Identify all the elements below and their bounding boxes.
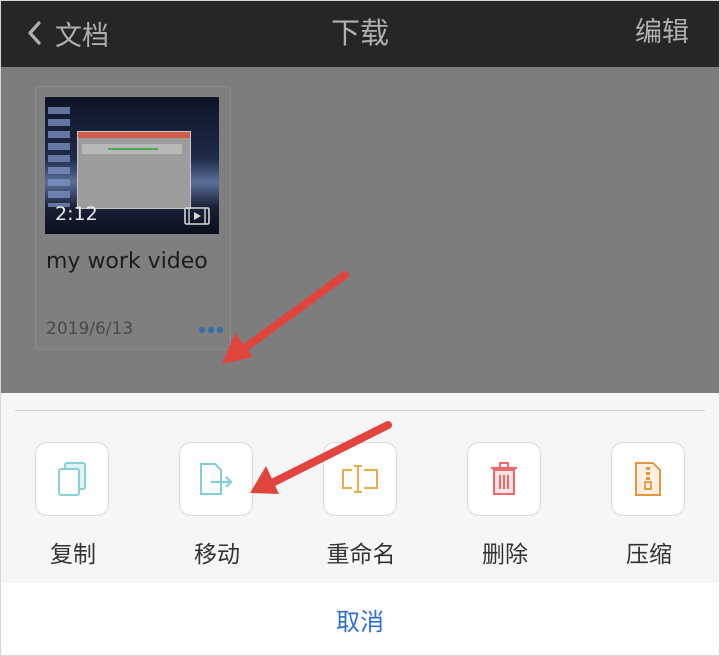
delete-button[interactable] xyxy=(467,442,541,516)
file-card[interactable]: 2:12 my work video 2019/6/13 xyxy=(35,86,231,350)
video-duration: 2:12 xyxy=(55,203,98,225)
compress-action[interactable]: 压缩 xyxy=(611,442,687,568)
move-button[interactable] xyxy=(179,442,253,516)
move-icon xyxy=(200,463,233,495)
file-name: my work video xyxy=(46,249,208,274)
sheet-divider xyxy=(15,410,705,411)
compress-label: 压缩 xyxy=(626,542,672,568)
copy-icon xyxy=(58,462,86,496)
video-thumbnail[interactable]: 2:12 xyxy=(45,97,219,234)
copy-action[interactable]: 复制 xyxy=(35,442,111,568)
navigation-bar: 文档 下载 编辑 xyxy=(1,1,719,67)
move-action[interactable]: 移动 xyxy=(179,442,255,568)
delete-action[interactable]: 删除 xyxy=(467,442,543,568)
file-grid: 2:12 my work video 2019/6/13 xyxy=(1,67,719,393)
file-date: 2019/6/13 xyxy=(46,319,134,339)
delete-label: 删除 xyxy=(482,542,528,568)
move-label: 移动 xyxy=(194,542,240,568)
more-options-icon[interactable] xyxy=(199,327,223,333)
rename-label: 重命名 xyxy=(326,542,396,568)
action-sheet: 复制 移动 重命名 删除 压缩 xyxy=(1,393,719,583)
copy-label: 复制 xyxy=(50,542,96,568)
thumbnail-window xyxy=(77,131,191,209)
cancel-button[interactable]: 取消 xyxy=(1,583,719,655)
screen: 文档 下载 编辑 2:12 my work video 2019/6/13 复制… xyxy=(0,0,720,656)
rename-button[interactable] xyxy=(323,442,397,516)
copy-button[interactable] xyxy=(35,442,109,516)
cancel-label: 取消 xyxy=(336,607,384,636)
compress-icon xyxy=(635,462,661,496)
trash-icon xyxy=(491,462,517,495)
edit-button[interactable]: 编辑 xyxy=(635,13,689,53)
page-title: 下载 xyxy=(330,16,389,50)
video-icon xyxy=(184,207,210,225)
thumbnail-desktop-icons xyxy=(48,107,70,207)
rename-icon xyxy=(342,465,378,493)
compress-button[interactable] xyxy=(611,442,685,516)
rename-action[interactable]: 重命名 xyxy=(323,442,399,568)
